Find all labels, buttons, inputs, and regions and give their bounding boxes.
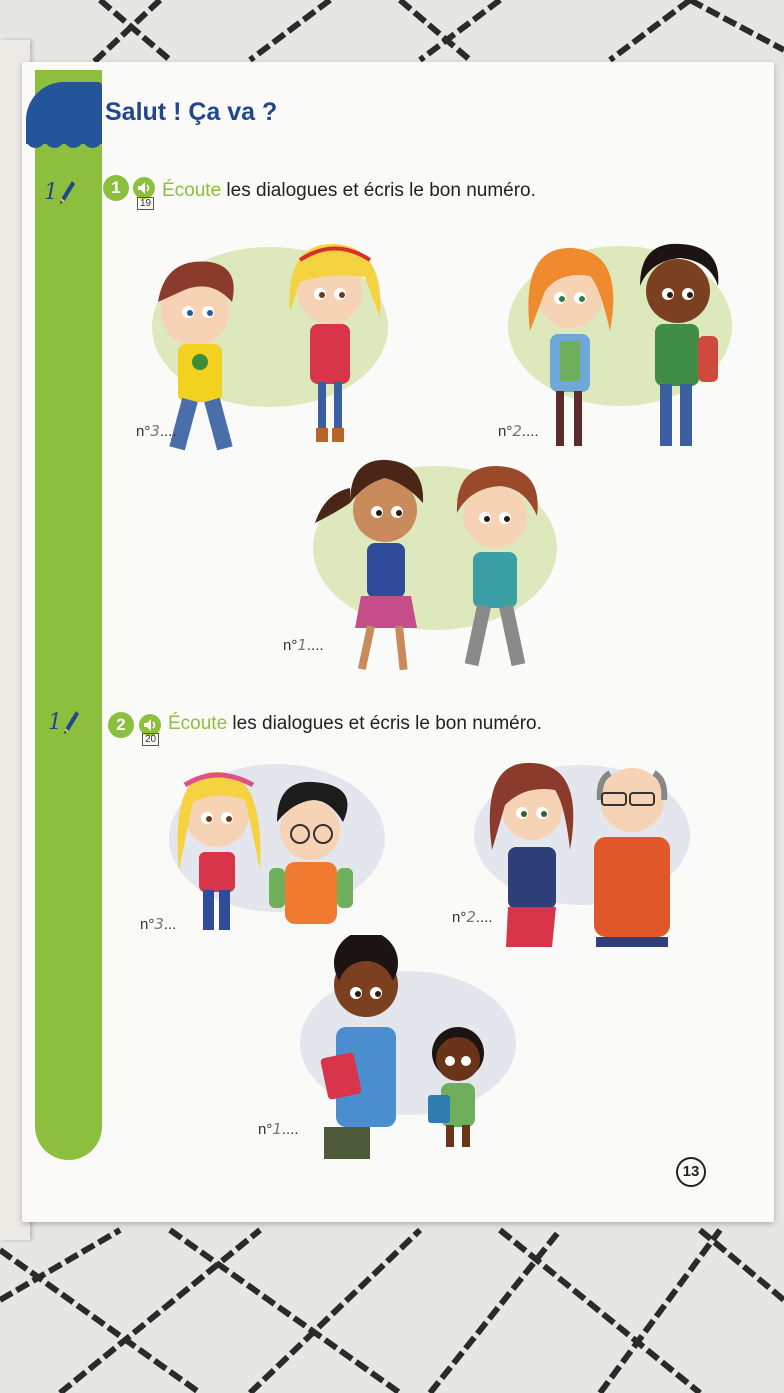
answer-prefix: n° <box>136 423 151 440</box>
instruction-text: les dialogues et écris le bon numéro. <box>221 180 536 201</box>
answer-prefix: n° <box>140 916 155 933</box>
answer-handwritten: 3 <box>154 915 164 933</box>
instruction-keyword: Écoute <box>162 180 222 201</box>
answer-prefix: n° <box>283 637 298 654</box>
green-margin-band <box>35 70 102 1160</box>
answer-dots: .... <box>306 637 324 654</box>
illustration-two-children <box>152 243 388 451</box>
answer-handwritten: 1 <box>272 1120 282 1138</box>
answer-dots: ... <box>163 916 177 933</box>
answer-prefix: n° <box>498 423 513 440</box>
illustration-two-children <box>313 459 557 671</box>
exercise-number: 1 <box>103 175 129 201</box>
illustration-two-children <box>300 935 516 1159</box>
pen-marker: 1 <box>44 180 76 206</box>
illustration-two-adults <box>474 762 690 947</box>
answer-dots: .... <box>159 423 177 440</box>
page-title: Salut ! Ça va ? <box>105 98 278 126</box>
answer-blank[interactable]: n°1.... <box>283 636 324 654</box>
illustration-two-children <box>169 764 385 930</box>
answer-handwritten: 2 <box>466 908 476 926</box>
speaker-icon[interactable] <box>133 177 155 199</box>
answer-dots: .... <box>281 1121 299 1138</box>
answer-handwritten: 1 <box>297 636 307 654</box>
answer-blank[interactable]: n°2.... <box>452 908 493 926</box>
answer-blank[interactable]: n°1.... <box>258 1120 299 1138</box>
pen-marker: 1 <box>48 710 80 736</box>
audio-track-number: 19 <box>137 197 155 210</box>
page-number: 13 <box>676 1157 706 1187</box>
exercise-instruction: Écoute les dialogues et écris le bon num… <box>162 180 536 202</box>
pen-marker-number: 1 <box>48 710 62 735</box>
answer-prefix: n° <box>258 1121 273 1138</box>
answer-blank[interactable]: n°2.... <box>498 422 539 440</box>
answer-blank[interactable]: n°3... <box>140 915 176 933</box>
answer-handwritten: 2 <box>512 422 522 440</box>
answer-blank[interactable]: n°3.... <box>136 422 177 440</box>
instruction-keyword: Écoute <box>168 713 228 734</box>
pen-icon <box>60 181 75 204</box>
answer-handwritten: 3 <box>150 422 160 440</box>
answer-dots: .... <box>521 423 539 440</box>
pen-icon <box>64 711 79 734</box>
audio-track-number: 20 <box>142 733 160 746</box>
instruction-text: les dialogues et écris le bon numéro. <box>227 713 542 734</box>
answer-dots: .... <box>475 909 493 926</box>
exercise-number: 2 <box>108 712 134 738</box>
answer-prefix: n° <box>452 909 467 926</box>
pen-marker-number: 1 <box>44 180 58 205</box>
exercise-instruction: Écoute les dialogues et écris le bon num… <box>168 713 542 735</box>
